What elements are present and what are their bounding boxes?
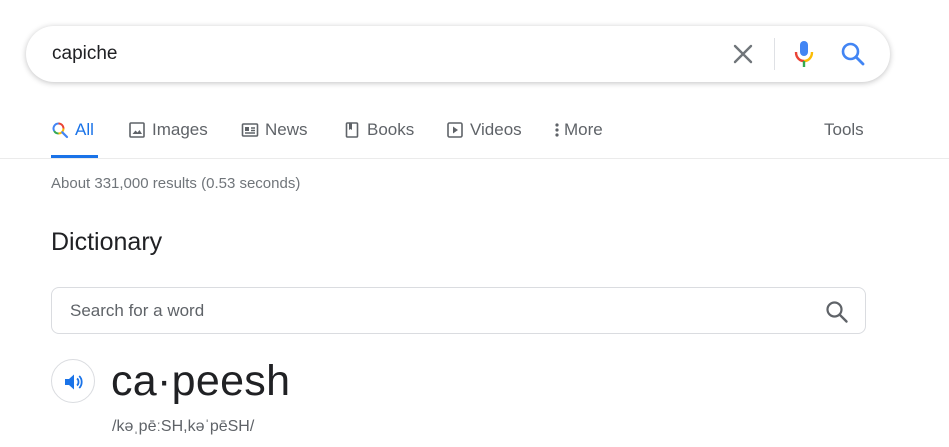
search-icon <box>51 121 69 144</box>
tab-books-label: Books <box>367 120 415 139</box>
dictionary-search-box <box>51 287 866 334</box>
tab-tools[interactable]: Tools <box>824 112 864 158</box>
result-stats: About 331,000 results (0.53 seconds) <box>51 175 301 192</box>
image-icon <box>128 121 146 144</box>
newspaper-icon <box>241 121 259 144</box>
tab-news-label: News <box>265 120 308 139</box>
tab-videos[interactable]: Videos <box>446 112 522 158</box>
tab-images-label: Images <box>152 120 208 139</box>
dictionary-search-input[interactable] <box>70 288 770 333</box>
search-bar <box>26 26 890 82</box>
search-button[interactable] <box>839 40 867 68</box>
dictionary-search-button[interactable] <box>824 299 850 325</box>
tab-more-label: More <box>564 120 603 139</box>
pronunciation-audio-button[interactable] <box>51 359 95 403</box>
dictionary-headword: ca·peesh <box>111 357 291 405</box>
tab-books[interactable]: Books <box>343 112 414 158</box>
tab-more[interactable]: More <box>554 112 603 158</box>
tabs-divider <box>0 158 949 159</box>
tab-all-label: All <box>75 120 94 139</box>
speaker-icon <box>65 374 83 390</box>
book-icon <box>343 121 361 144</box>
tab-all[interactable]: All <box>51 112 98 158</box>
vertical-dots-icon <box>554 121 560 144</box>
tab-tools-label: Tools <box>824 120 864 139</box>
search-icon <box>826 301 848 323</box>
dictionary-heading: Dictionary <box>51 228 163 256</box>
microphone-icon <box>794 41 814 67</box>
search-icon <box>841 42 865 66</box>
search-divider <box>774 38 775 70</box>
dictionary-pronunciation: /kəˌpēːSH,kəˈpēSH/ <box>112 418 255 435</box>
tab-images[interactable]: Images <box>128 112 208 158</box>
voice-search-button[interactable] <box>792 39 816 69</box>
play-icon <box>446 121 464 144</box>
search-input[interactable] <box>52 26 692 82</box>
search-tabs: All Images News Books Videos More Tools <box>51 112 881 158</box>
tab-videos-label: Videos <box>470 120 522 139</box>
clear-search-button[interactable] <box>729 40 757 68</box>
tab-news[interactable]: News <box>241 112 308 158</box>
close-icon <box>733 44 753 64</box>
